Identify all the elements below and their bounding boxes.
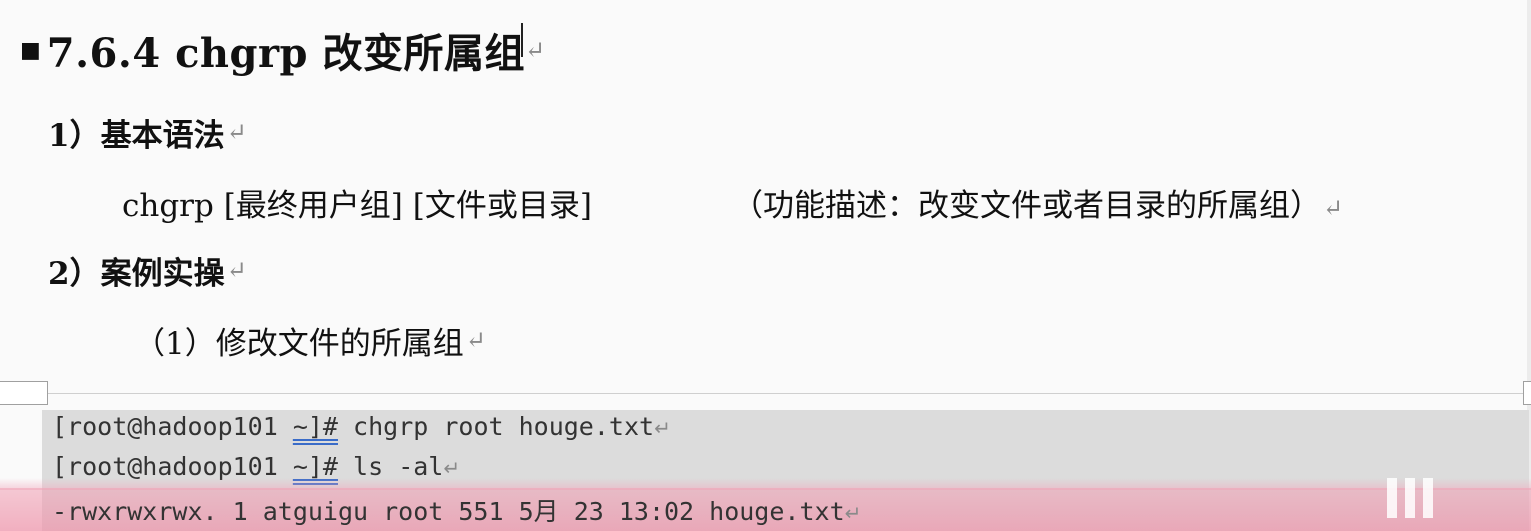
pause-bar xyxy=(1423,478,1433,518)
paragraph-mark-icon: ↵ xyxy=(226,118,247,146)
paragraph-mark-icon: ↵ xyxy=(465,326,486,354)
section-heading: ■ 7.6.4 chgrp 改变所属组 ↵ xyxy=(20,18,545,82)
code-output: -rwxrwxrwx. 1 atguigu root 551 5月 23 13:… xyxy=(52,497,845,526)
subsection-title: 2）案例实操 xyxy=(48,255,225,292)
heading-bullet-icon: ■ xyxy=(20,37,41,63)
syntax-description: （功能描述：改变文件或者目录的所属组）↵ xyxy=(732,180,1343,225)
prompt-host: [root@hadoop101 xyxy=(52,452,293,481)
pause-bar xyxy=(1387,478,1397,518)
example-title-line: （1）修改文件的所属组 ↵ xyxy=(134,316,486,364)
code-command: chgrp root houge.txt xyxy=(337,412,655,441)
paragraph-mark-icon: ↵ xyxy=(443,456,461,480)
syntax-command: chgrp [最终用户组] [文件或目录] xyxy=(122,187,592,224)
subsection-syntax: 1）基本语法 ↵ xyxy=(48,108,247,156)
example-title: （1）修改文件的所属组 xyxy=(134,325,464,362)
paragraph-mark-icon: ↵ xyxy=(844,501,862,525)
subsection-title: 1）基本语法 xyxy=(48,117,225,154)
prompt-host: [root@hadoop101 xyxy=(52,412,293,441)
code-line-2: [root@hadoop101 ~]# ls -al↵ xyxy=(52,452,460,481)
text-cursor xyxy=(520,23,523,57)
pause-icon[interactable] xyxy=(1387,478,1433,518)
pause-bar xyxy=(1405,478,1415,518)
prompt-path: ~]# xyxy=(292,412,338,441)
paragraph-mark-icon: ↵ xyxy=(226,256,247,284)
paragraph-mark-icon: ↵ xyxy=(1323,193,1344,222)
prompt-path: ~]# xyxy=(292,452,338,481)
code-line-3: -rwxrwxrwx. 1 atguigu root 551 5月 23 13:… xyxy=(52,492,861,528)
paragraph-mark-icon: ↵ xyxy=(524,36,546,64)
subsection-examples: 2）案例实操 ↵ xyxy=(48,246,247,294)
page-divider xyxy=(0,393,1531,394)
syntax-line: chgrp [最终用户组] [文件或目录] （功能描述：改变文件或者目录的所属组… xyxy=(122,178,1522,226)
right-margin-marker xyxy=(1523,381,1531,405)
code-command: ls -al xyxy=(337,452,444,481)
left-margin-marker xyxy=(0,381,48,405)
syntax-description-text: （功能描述：改变文件或者目录的所属组） xyxy=(732,187,1321,224)
code-line-1: [root@hadoop101 ~]# chgrp root houge.txt… xyxy=(52,412,671,441)
paragraph-mark-icon: ↵ xyxy=(654,416,671,440)
heading-title: 7.6.4 chgrp 改变所属组 xyxy=(46,30,525,77)
